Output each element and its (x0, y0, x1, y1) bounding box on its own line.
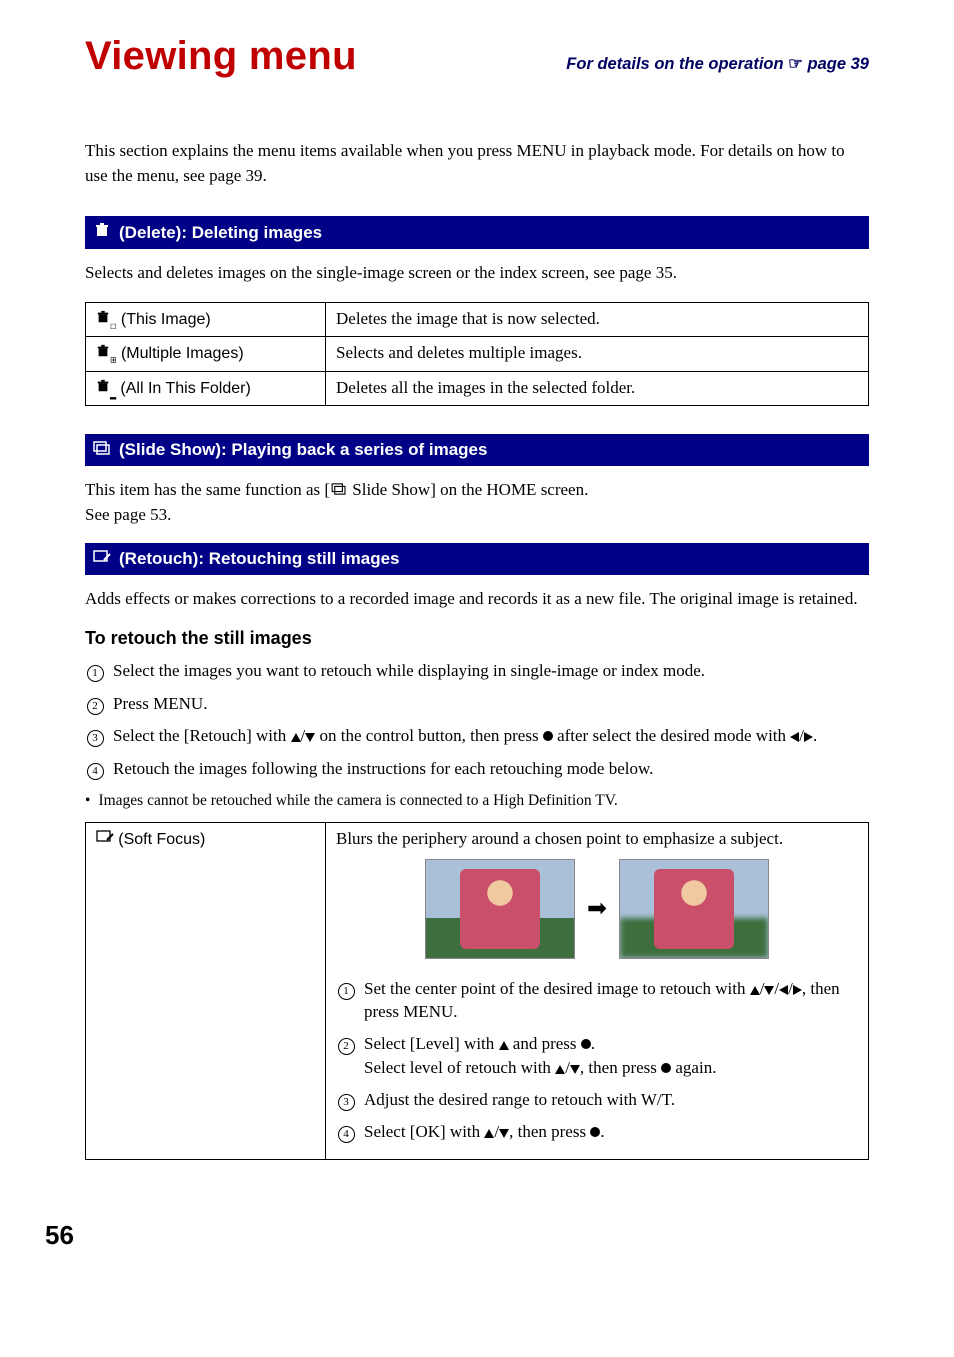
triangle-left-icon (779, 985, 788, 995)
triangle-down-icon (764, 986, 774, 995)
retouch-icon (93, 550, 111, 569)
step-number-icon: 4 (336, 1120, 356, 1145)
softfocus-cell: Blurs the periphery around a chosen poin… (326, 822, 869, 1159)
triangle-up-icon (484, 1129, 494, 1138)
step-number-icon: 4 (85, 757, 105, 782)
section-title-slideshow: (Slide Show): Playing back a series of i… (119, 440, 487, 460)
page-number: 56 (45, 1220, 869, 1251)
softfocus-substeps: 1 Set the center point of the desired im… (336, 977, 858, 1145)
retouch-step-3: 3 Select the [Retouch] with / on the con… (85, 724, 869, 749)
intro-paragraph: This section explains the menu items ava… (85, 139, 869, 188)
center-dot-icon (590, 1127, 600, 1137)
before-image (425, 859, 575, 959)
center-dot-icon (543, 731, 553, 741)
step-number-icon: 2 (85, 692, 105, 717)
center-dot-icon (661, 1063, 671, 1073)
softfocus-substep-3: 3 Adjust the desired range to retouch wi… (336, 1088, 858, 1113)
trash-folder-icon: ▂ (96, 378, 116, 399)
softfocus-label: (Soft Focus) (86, 822, 326, 1159)
triangle-down-icon (305, 733, 315, 742)
softfocus-substep-1: 1 Set the center point of the desired im… (336, 977, 858, 1025)
retouch-step-2: 2 Press MENU. (85, 692, 869, 717)
delete-this-image-label: ◻ (This Image) (86, 302, 326, 336)
delete-this-image-desc: Deletes the image that is now selected. (326, 302, 869, 336)
triangle-up-icon (750, 986, 760, 995)
triangle-up-icon (555, 1065, 565, 1074)
arrow-right-icon: ➡ (587, 894, 607, 923)
softfocus-desc: Blurs the periphery around a chosen poin… (336, 829, 858, 849)
triangle-down-icon (570, 1065, 580, 1074)
retouch-note: • Images cannot be retouched while the c… (85, 792, 869, 810)
step-number-icon: 2 (336, 1032, 356, 1080)
softfocus-substep-2: 2 Select [Level] with and press . Select… (336, 1032, 858, 1080)
triangle-right-icon (793, 985, 802, 995)
retouch-step-4: 4 Retouch the images following the instr… (85, 757, 869, 782)
retouch-options-table: (Soft Focus) Blurs the periphery around … (85, 822, 869, 1160)
section-bar-delete: (Delete): Deleting images (85, 216, 869, 249)
section-title-delete: (Delete): Deleting images (119, 223, 322, 243)
trash-icon (93, 222, 111, 243)
slideshow-desc: This item has the same function as [ Sli… (85, 478, 869, 527)
header-ref-prefix: For details on the operation (566, 55, 788, 73)
table-row: ◻ (This Image) Deletes the image that is… (86, 302, 869, 336)
trash-multiple-icon: ⊞ (96, 343, 117, 364)
delete-all-folder-label: ▂ (All In This Folder) (86, 371, 326, 405)
triangle-right-icon (804, 732, 813, 742)
triangle-down-icon (499, 1129, 509, 1138)
bullet-icon: • (85, 792, 90, 810)
center-dot-icon (581, 1039, 591, 1049)
softfocus-illustration: ➡ (336, 859, 858, 959)
slideshow-icon (93, 441, 111, 460)
step-number-icon: 3 (85, 724, 105, 749)
header-page-ref: For details on the operation ☞ page 39 (566, 54, 869, 74)
softfocus-substep-4: 4 Select [OK] with /, then press . (336, 1120, 858, 1145)
retouch-step-3-body: Select the [Retouch] with / on the contr… (113, 724, 817, 749)
section-bar-slideshow: (Slide Show): Playing back a series of i… (85, 434, 869, 466)
after-image (619, 859, 769, 959)
retouch-subhead: To retouch the still images (85, 628, 869, 649)
softfocus-icon (96, 829, 114, 849)
step-number-icon: 1 (336, 977, 356, 1025)
step-number-icon: 1 (85, 659, 105, 684)
pointer-icon: ☞ (788, 55, 803, 73)
table-row: (Soft Focus) Blurs the periphery around … (86, 822, 869, 1159)
triangle-up-icon (499, 1041, 509, 1050)
page-title: Viewing menu (85, 34, 357, 79)
retouch-step-1: 1 Select the images you want to retouch … (85, 659, 869, 684)
retouch-desc: Adds effects or makes corrections to a r… (85, 587, 869, 612)
page-header: Viewing menu For details on the operatio… (85, 34, 869, 79)
triangle-up-icon (291, 733, 301, 742)
table-row: ⊞ (Multiple Images) Selects and deletes … (86, 337, 869, 371)
triangle-left-icon (790, 732, 799, 742)
delete-options-table: ◻ (This Image) Deletes the image that is… (85, 302, 869, 406)
table-row: ▂ (All In This Folder) Deletes all the i… (86, 371, 869, 405)
section-bar-retouch: (Retouch): Retouching still images (85, 543, 869, 575)
step-number-icon: 3 (336, 1088, 356, 1113)
delete-multiple-label: ⊞ (Multiple Images) (86, 337, 326, 371)
retouch-main-steps: 1 Select the images you want to retouch … (85, 659, 869, 782)
header-ref-page: page 39 (803, 55, 869, 73)
delete-desc: Selects and deletes images on the single… (85, 261, 869, 286)
delete-all-folder-desc: Deletes all the images in the selected f… (326, 371, 869, 405)
slideshow-inline-icon (330, 478, 348, 503)
delete-multiple-desc: Selects and deletes multiple images. (326, 337, 869, 371)
trash-this-icon: ◻ (96, 309, 117, 330)
section-title-retouch: (Retouch): Retouching still images (119, 549, 400, 569)
